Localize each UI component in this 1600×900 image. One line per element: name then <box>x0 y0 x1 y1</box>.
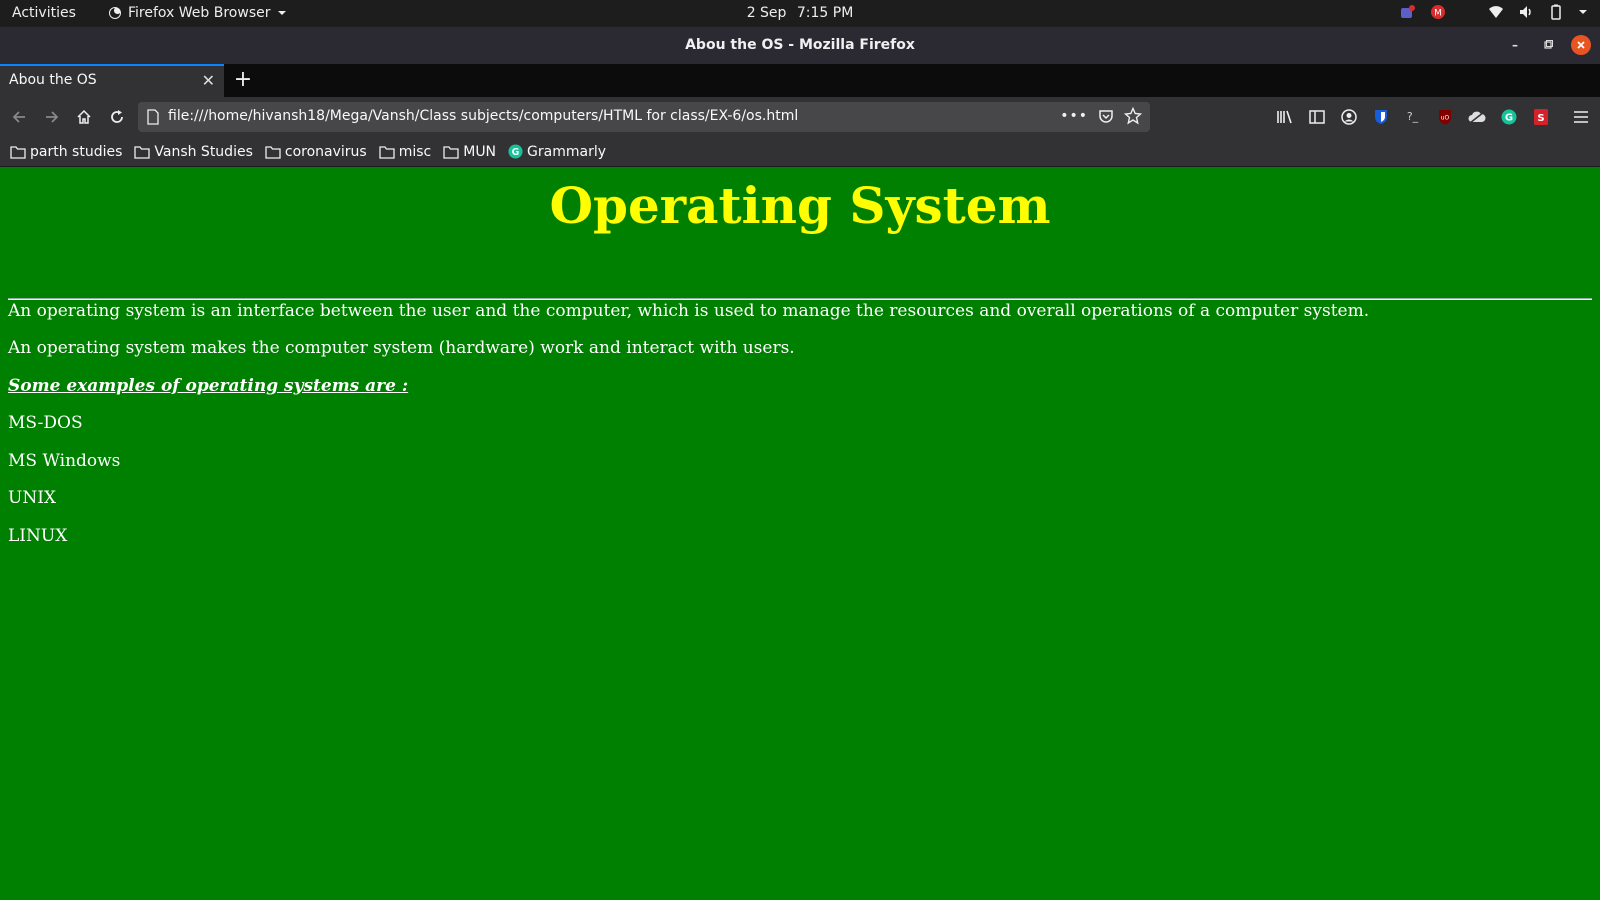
folder-icon <box>443 145 459 159</box>
reload-icon <box>111 110 123 123</box>
forward-arrow-icon <box>46 111 59 123</box>
folder-icon <box>379 145 395 159</box>
cloud-extension-icon[interactable] <box>1466 106 1487 127</box>
horizontal-rule <box>8 298 1592 300</box>
svg-text:uO: uO <box>1440 114 1449 121</box>
teams-notification-icon[interactable] <box>1400 4 1416 20</box>
page-content: Operating System An operating system is … <box>0 167 1600 900</box>
bookmark-misc[interactable]: misc <box>379 143 432 160</box>
example-item: MS-DOS <box>8 413 83 433</box>
svg-text:G: G <box>512 147 520 158</box>
close-window-button[interactable] <box>1571 35 1591 55</box>
back-button[interactable] <box>8 106 30 128</box>
svg-text:G: G <box>1504 112 1512 123</box>
folder-icon <box>265 145 281 159</box>
tab-close-button[interactable]: ✕ <box>202 71 215 90</box>
page-heading: Operating System <box>549 176 1051 235</box>
navigation-toolbar: file:///home/hivansh18/Mega/Vansh/Class … <box>0 97 1600 137</box>
maximize-button[interactable] <box>1538 35 1558 55</box>
clock-time: 7:15 PM <box>796 5 854 21</box>
restore-icon <box>1544 40 1553 49</box>
terminal-extension-icon[interactable]: ?_ <box>1402 106 1423 127</box>
bookmark-label: Grammarly <box>527 143 607 160</box>
bookmark-parth-studies[interactable]: parth studies <box>10 144 122 160</box>
svg-text:S: S <box>1537 113 1544 124</box>
grammarly-extension-icon[interactable]: G <box>1498 106 1519 127</box>
svg-text:M: M <box>1434 9 1442 19</box>
bookmark-label: MUN <box>463 143 497 160</box>
bookmark-label: coronavirus <box>284 143 367 160</box>
new-tab-button[interactable]: + <box>231 67 255 92</box>
close-icon <box>1577 41 1585 49</box>
bookmark-grammarly[interactable]: G Grammarly <box>508 144 606 160</box>
pocket-icon[interactable] <box>1098 108 1114 124</box>
sidebar-icon[interactable] <box>1306 106 1327 127</box>
tab-abou-the-os[interactable]: Abou the OS ✕ <box>0 64 224 97</box>
bookmark-label: Vansh Studies <box>154 143 253 160</box>
page-actions-icon[interactable]: ••• <box>1060 108 1088 124</box>
bookmark-star-icon[interactable] <box>1124 107 1142 125</box>
battery-icon[interactable] <box>1548 4 1564 20</box>
wifi-icon[interactable] <box>1488 4 1504 20</box>
folder-icon <box>134 145 151 159</box>
bookmarks-toolbar: parth studies Vansh Studies coronavirus … <box>0 137 1600 167</box>
window-title-bar[interactable]: Abou the OS - Mozilla Firefox – <box>0 27 1600 64</box>
clock-date: 2 Sep <box>746 5 787 21</box>
menu-button[interactable] <box>1570 106 1591 127</box>
bookmark-mun[interactable]: MUN <box>443 144 496 160</box>
reload-button[interactable] <box>106 106 128 128</box>
window-title: Abou the OS - Mozilla Firefox <box>685 37 915 53</box>
paragraph-purpose: An operating system makes the computer s… <box>8 338 795 358</box>
bookmark-coronavirus[interactable]: coronavirus <box>265 144 367 160</box>
folder-icon <box>10 145 26 159</box>
system-menu-chevron-icon[interactable] <box>1578 7 1588 17</box>
forward-button[interactable] <box>41 106 63 128</box>
account-icon[interactable] <box>1338 106 1359 127</box>
system-tray: M <box>1400 4 1588 20</box>
url-text[interactable]: file:///home/hivansh18/Mega/Vansh/Class … <box>168 108 798 124</box>
bookmark-label: misc <box>398 143 432 160</box>
ublock-icon[interactable]: uO <box>1434 106 1455 127</box>
examples-heading: Some examples of operating systems are : <box>8 376 409 396</box>
home-icon <box>77 109 91 124</box>
page-icon <box>147 109 159 125</box>
home-button[interactable] <box>73 106 95 128</box>
volume-icon[interactable] <box>1518 4 1534 20</box>
example-item: MS Windows <box>8 451 121 471</box>
bitwarden-icon[interactable] <box>1370 106 1391 127</box>
hamburger-icon <box>1573 110 1588 123</box>
tab-label: Abou the OS <box>9 72 97 88</box>
minimize-button[interactable]: – <box>1505 35 1525 55</box>
bookmark-label: parth studies <box>30 143 123 160</box>
address-bar[interactable]: file:///home/hivansh18/Mega/Vansh/Class … <box>138 102 1150 132</box>
grammarly-icon: G <box>508 144 523 159</box>
mega-icon[interactable]: M <box>1430 4 1446 20</box>
example-item: UNIX <box>8 488 57 508</box>
example-item: LINUX <box>8 526 68 546</box>
url-actions: ••• <box>1060 107 1142 125</box>
library-icon[interactable] <box>1274 106 1295 127</box>
paragraph-definition: An operating system is an interface betw… <box>8 301 1370 321</box>
bookmark-vansh-studies[interactable]: Vansh Studies <box>134 144 253 160</box>
toolbar-extensions: ?_ uO G S <box>1274 106 1551 127</box>
back-arrow-icon <box>12 111 25 123</box>
system-top-bar: Activities Firefox Web Browser 2 Sep 7:1… <box>0 0 1600 27</box>
s-extension-icon[interactable]: S <box>1530 106 1551 127</box>
clock[interactable]: 2 Sep 7:15 PM <box>0 5 1600 21</box>
tab-bar: Abou the OS ✕ + <box>0 64 1600 97</box>
